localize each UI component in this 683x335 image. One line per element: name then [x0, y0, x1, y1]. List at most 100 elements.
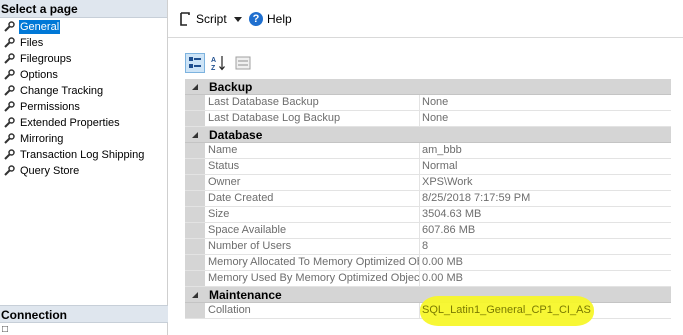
alphabetical-sort-button[interactable]: A Z [209, 53, 229, 73]
property-name: Size [205, 207, 420, 222]
property-name: Space Available [205, 223, 420, 238]
page-item-label: Transaction Log Shipping [20, 149, 145, 161]
property-row-collation[interactable]: Collation SQL_Latin1_General_CP1_CI_AS [185, 296, 671, 326]
select-page-header: Select a page [0, 0, 167, 18]
wrench-icon [4, 101, 15, 112]
page-item-label: Files [20, 37, 44, 49]
page-item-change-tracking[interactable]: Change Tracking [0, 83, 167, 99]
collation-text: SQL_Latin1_General_CP1_CI_AS [422, 304, 591, 316]
toolbar: Script ? Help [168, 0, 683, 38]
property-name: Collation [205, 303, 420, 318]
script-icon [180, 12, 190, 26]
chevron-down-icon [234, 16, 242, 22]
svg-text:Z: Z [211, 65, 216, 71]
page-item-files[interactable]: Files [0, 35, 167, 51]
connection-header: Connection [0, 305, 168, 323]
property-row[interactable]: Space Available 607.86 MB [185, 223, 671, 239]
property-name: Owner [205, 175, 420, 190]
property-value: 607.86 MB [422, 224, 476, 236]
wrench-icon [4, 117, 15, 128]
category-title: Backup [209, 79, 253, 94]
property-value: 8 [422, 240, 429, 252]
page-item-query-store[interactable]: Query Store [0, 163, 167, 179]
wrench-icon [4, 69, 15, 80]
property-value: 3504.63 MB [422, 208, 482, 220]
property-value: XPS\Work [422, 176, 473, 188]
page-item-extended-properties[interactable]: Extended Properties [0, 115, 167, 131]
property-name: Status [205, 159, 420, 174]
property-row[interactable]: Date Created 8/25/2018 7:17:59 PM [185, 191, 671, 207]
help-label: Help [267, 12, 292, 26]
property-name: Last Database Log Backup [205, 111, 420, 126]
property-row[interactable]: Status Normal [185, 159, 671, 175]
property-name: Memory Allocated To Memory Optimized Obj [205, 255, 420, 270]
property-row[interactable]: Owner XPS\Work [185, 175, 671, 191]
wrench-icon [4, 149, 15, 160]
script-dropdown[interactable] [233, 9, 243, 29]
property-value: None [422, 96, 449, 108]
page-item-label: Permissions [20, 101, 80, 113]
property-pages-button[interactable] [233, 53, 253, 73]
svg-text:A: A [211, 57, 216, 64]
page-item-label: Options [20, 69, 58, 81]
wrench-icon [4, 53, 15, 64]
wrench-icon [4, 85, 15, 96]
property-row[interactable]: Memory Allocated To Memory Optimized Obj… [185, 255, 671, 271]
property-value: Normal [422, 160, 458, 172]
sort-az-icon: A Z [211, 56, 225, 71]
page-item-label: Query Store [20, 165, 80, 177]
collation-value: SQL_Latin1_General_CP1_CI_AS [420, 296, 671, 326]
property-grid-toolbar: A Z [185, 53, 253, 73]
property-row[interactable]: Name am_bbb [185, 143, 671, 159]
category-title: Database [209, 127, 263, 142]
server-icon [2, 326, 8, 332]
page-list: General Files Filegroups Options Change … [0, 18, 167, 179]
property-row[interactable]: Memory Used By Memory Optimized Objects … [185, 271, 671, 287]
page-item-filegroups[interactable]: Filegroups [0, 51, 167, 67]
category-backup[interactable]: Backup [185, 79, 671, 95]
wrench-icon [4, 165, 15, 176]
property-name: Date Created [205, 191, 420, 206]
page-item-label: Change Tracking [20, 85, 104, 97]
collapse-icon[interactable] [185, 83, 205, 91]
property-row[interactable]: Number of Users 8 [185, 239, 671, 255]
page-item-mirroring[interactable]: Mirroring [0, 131, 167, 147]
page-item-label: Filegroups [20, 53, 72, 65]
property-value: 8/25/2018 7:17:59 PM [422, 192, 531, 204]
category-title: Maintenance [209, 287, 282, 302]
property-name: Last Database Backup [205, 95, 420, 110]
collapse-icon[interactable] [185, 131, 205, 139]
page-item-label: Extended Properties [20, 117, 120, 129]
property-value: 0.00 MB [422, 256, 463, 268]
property-value: None [422, 112, 449, 124]
collapse-icon[interactable] [185, 291, 205, 299]
property-name: Memory Used By Memory Optimized Objects [205, 271, 420, 286]
property-name: Name [205, 143, 420, 158]
page-item-label: General [19, 20, 61, 34]
property-pages-icon [235, 56, 251, 70]
page-item-permissions[interactable]: Permissions [0, 99, 167, 115]
property-value: 0.00 MB [422, 272, 463, 284]
help-icon: ? [249, 12, 263, 26]
property-row[interactable]: Last Database Backup None [185, 95, 671, 111]
property-value: am_bbb [422, 144, 462, 156]
property-row[interactable]: Last Database Log Backup None [185, 111, 671, 127]
wrench-icon [4, 21, 15, 32]
page-item-options[interactable]: Options [0, 67, 167, 83]
page-item-general[interactable]: General [0, 19, 167, 35]
property-row[interactable]: Size 3504.63 MB [185, 207, 671, 223]
script-button[interactable]: Script [178, 9, 227, 29]
categorized-icon [189, 57, 201, 68]
categorized-view-button[interactable] [185, 53, 205, 73]
wrench-icon [4, 133, 15, 144]
script-label: Script [196, 12, 227, 26]
wrench-icon [4, 37, 15, 48]
category-database[interactable]: Database [185, 127, 671, 143]
page-item-transaction-log-shipping[interactable]: Transaction Log Shipping [0, 147, 167, 163]
help-button[interactable]: ? Help [249, 9, 292, 29]
property-name: Number of Users [205, 239, 420, 254]
property-grid: Backup Last Database Backup None Last Da… [185, 79, 671, 326]
general-page: Script ? Help A Z Backup Last Database B… [168, 0, 683, 335]
select-page-pane: Select a page General Files Filegroups O… [0, 0, 168, 335]
page-item-label: Mirroring [20, 133, 64, 145]
